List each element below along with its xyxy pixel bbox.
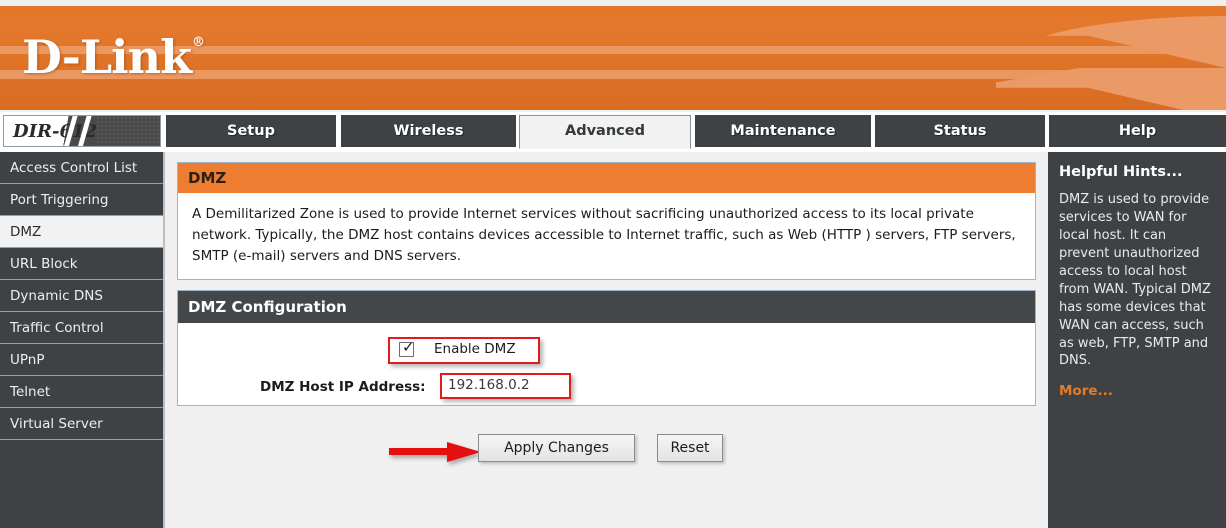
dmz-info-title: DMZ bbox=[178, 163, 1035, 193]
checkmark-icon: ✓ bbox=[402, 337, 415, 356]
sidebar-item-virtual-server[interactable]: Virtual Server bbox=[0, 408, 163, 440]
hints-more-link[interactable]: More... bbox=[1059, 383, 1216, 399]
sidebar-item-traffic-control[interactable]: Traffic Control bbox=[0, 312, 163, 344]
tab-maintenance[interactable]: Maintenance bbox=[695, 115, 871, 147]
banner-swoosh-upper bbox=[996, 16, 1226, 68]
main-content: DMZ A Demilitarized Zone is used to prov… bbox=[167, 152, 1048, 528]
dmz-config-body: ✓ Enable DMZ DMZ Host IP Address: 192.16… bbox=[178, 323, 1035, 405]
enable-dmz-checkbox[interactable]: ✓ bbox=[399, 337, 415, 357]
sidebar-item-dynamic-dns[interactable]: Dynamic DNS bbox=[0, 280, 163, 312]
action-button-row: Apply Changes Reset bbox=[167, 433, 1048, 474]
sidebar-item-telnet[interactable]: Telnet bbox=[0, 376, 163, 408]
tab-status[interactable]: Status bbox=[875, 115, 1045, 147]
enable-dmz-label: Enable DMZ bbox=[434, 340, 516, 357]
arrow-shaft bbox=[389, 447, 451, 455]
dmz-host-ip-input[interactable]: 192.168.0.2 bbox=[448, 377, 530, 393]
dmz-config-panel: DMZ Configuration ✓ Enable DMZ DMZ Host … bbox=[177, 289, 1036, 406]
tab-setup[interactable]: Setup bbox=[166, 115, 336, 147]
sidebar-menu: Access Control List Port Triggering DMZ … bbox=[0, 152, 165, 528]
dlink-logo: D-Link® bbox=[22, 34, 205, 80]
hints-body: DMZ is used to provide services to WAN f… bbox=[1059, 192, 1211, 369]
sidebar-item-url-block[interactable]: URL Block bbox=[0, 248, 163, 280]
dmz-config-title: DMZ Configuration bbox=[178, 290, 1035, 323]
dmz-info-description: A Demilitarized Zone is used to provide … bbox=[192, 206, 1016, 264]
logo-text: D-Link bbox=[22, 30, 192, 84]
arrow-head bbox=[447, 441, 481, 462]
sidebar-item-upnp[interactable]: UPnP bbox=[0, 344, 163, 376]
apply-changes-button[interactable]: Apply Changes bbox=[478, 433, 635, 462]
sidebar-item-port-triggering[interactable]: Port Triggering bbox=[0, 184, 163, 216]
enable-dmz-row: ✓ Enable DMZ bbox=[188, 336, 1025, 367]
dmz-info-panel: DMZ A Demilitarized Zone is used to prov… bbox=[177, 162, 1036, 280]
sidebar-item-dmz[interactable]: DMZ bbox=[0, 216, 163, 248]
brand-banner: D-Link® bbox=[0, 6, 1226, 110]
tab-advanced[interactable]: Advanced bbox=[519, 115, 691, 149]
dmz-host-ip-row: DMZ Host IP Address: 192.168.0.2 bbox=[188, 372, 1025, 407]
helpful-hints-panel: Helpful Hints... DMZ is used to provide … bbox=[1048, 152, 1226, 528]
badge-texture bbox=[96, 116, 160, 146]
tab-wireless[interactable]: Wireless bbox=[341, 115, 516, 147]
tab-bar: DIR-612 Setup Wireless Advanced Maintena… bbox=[0, 112, 1226, 152]
pointer-arrow-icon bbox=[389, 441, 485, 462]
model-badge: DIR-612 bbox=[3, 115, 161, 147]
reset-button[interactable]: Reset bbox=[657, 433, 723, 462]
tab-help[interactable]: Help bbox=[1049, 115, 1226, 147]
sidebar-item-access-control-list[interactable]: Access Control List bbox=[0, 152, 163, 184]
dmz-host-ip-label: DMZ Host IP Address: bbox=[260, 378, 426, 395]
registered-mark: ® bbox=[191, 35, 205, 50]
hints-title: Helpful Hints... bbox=[1059, 164, 1183, 180]
router-admin-page: D-Link® DIR-612 Setup Wireless Advanced … bbox=[0, 0, 1226, 528]
